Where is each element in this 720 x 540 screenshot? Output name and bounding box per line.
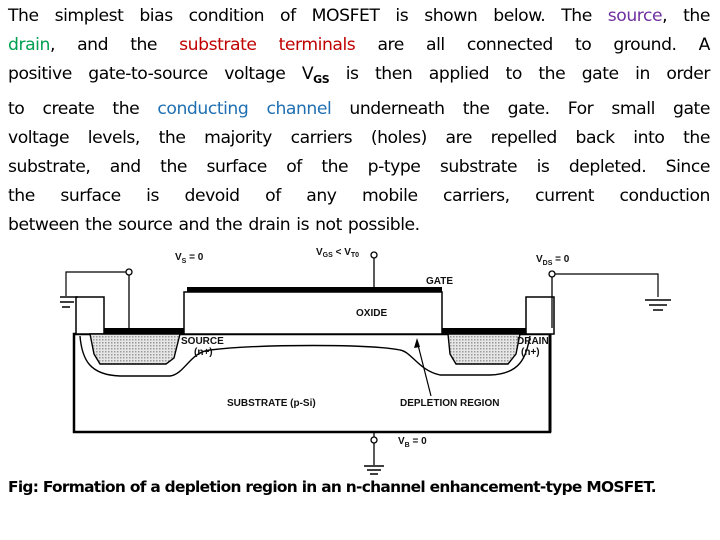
source-terminal[interactable] bbox=[125, 268, 133, 276]
figure-caption: Fig: Formation of a depletion region in … bbox=[8, 478, 657, 496]
description-paragraph: The simplest bias condition of MOSFET is… bbox=[8, 2, 710, 241]
paragraph-line: the surface is devoid of any mobile carr… bbox=[8, 182, 710, 211]
text-segment: are all connected to ground. A bbox=[355, 35, 710, 56]
ground-icon-body bbox=[364, 465, 384, 475]
paragraph-line: drain, and the substrate terminals are a… bbox=[8, 31, 710, 60]
text-segment: The simplest bias condition of MOSFET is… bbox=[8, 6, 608, 26]
paragraph-line: to create the conducting channel underne… bbox=[8, 95, 710, 124]
gate-metal bbox=[187, 287, 442, 292]
text-segment: , the bbox=[662, 6, 710, 26]
label-substrate: SUBSTRATE (p-Si) bbox=[227, 398, 316, 409]
text-segment: positive gate-to-source voltage V bbox=[8, 64, 314, 85]
label-gate: GATE bbox=[426, 276, 453, 287]
gate-oxide bbox=[183, 291, 443, 335]
paragraph-line: positive gate-to-source voltage VGS is t… bbox=[8, 60, 710, 94]
field-oxide-right bbox=[525, 296, 555, 335]
text-segment: substrate, and the surface of the p-type… bbox=[8, 157, 710, 178]
source-contact bbox=[104, 328, 184, 334]
label-vb: VB = 0 bbox=[398, 436, 427, 449]
label-source: SOURCE bbox=[181, 336, 224, 347]
highlight-sub: GS bbox=[313, 73, 330, 87]
text-segment: is then applied to the gate in order bbox=[329, 64, 711, 85]
text-segment: voltage levels, the majority carriers (h… bbox=[8, 127, 710, 148]
text-segment: , and the bbox=[49, 35, 180, 56]
highlight-drain: drain bbox=[8, 35, 50, 56]
text-segment: between the source and the drain is not … bbox=[8, 215, 420, 236]
highlight-channel: conducting channel bbox=[157, 98, 332, 119]
ground-icon-drain bbox=[645, 299, 671, 311]
mosfet-diagram: VS = 0 VGS < VT0 VDS = 0 VB = 0 GATE OXI… bbox=[60, 240, 710, 480]
drain-terminal[interactable] bbox=[548, 270, 556, 278]
highlight-substrate: substrate terminals bbox=[179, 35, 356, 56]
paragraph-line: between the source and the drain is not … bbox=[8, 211, 710, 240]
paragraph-line: substrate, and the surface of the p-type… bbox=[8, 153, 710, 182]
label-oxide: OXIDE bbox=[356, 308, 387, 319]
text-segment: the surface is devoid of any mobile carr… bbox=[8, 186, 710, 207]
drain-contact bbox=[442, 328, 526, 334]
label-source-type: (n+) bbox=[194, 347, 213, 358]
drain-well bbox=[447, 333, 521, 365]
gate-terminal[interactable] bbox=[370, 251, 378, 259]
source-ground-wire bbox=[65, 271, 126, 296]
source-well bbox=[89, 333, 181, 365]
highlight-source: source bbox=[607, 6, 663, 26]
paragraph-line: voltage levels, the majority carriers (h… bbox=[8, 124, 710, 153]
paragraph-line: The simplest bias condition of MOSFET is… bbox=[8, 2, 710, 31]
label-vds: VDS = 0 bbox=[536, 254, 570, 267]
drain-ground-wire bbox=[555, 273, 659, 297]
label-vs: VS = 0 bbox=[175, 252, 204, 265]
label-drain-type: (n+) bbox=[521, 347, 540, 358]
field-oxide-left bbox=[75, 296, 105, 335]
body-terminal[interactable] bbox=[370, 436, 378, 444]
text-segment: underneath the gate. For small gate bbox=[331, 98, 710, 119]
text-segment: to create the bbox=[8, 98, 158, 119]
label-vgs: VGS < VT0 bbox=[316, 247, 359, 259]
label-drain: DRAIN bbox=[517, 336, 549, 347]
label-depletion-region: DEPLETION REGION bbox=[400, 398, 499, 409]
